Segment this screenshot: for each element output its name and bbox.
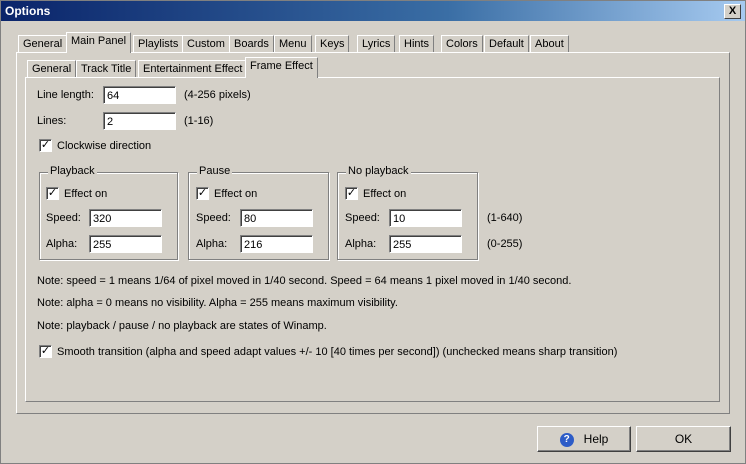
- no-playback-alpha-input[interactable]: 255: [389, 235, 462, 253]
- playback-alpha-label: Alpha:: [46, 238, 78, 250]
- pause-group: Pause ✓ Effect on Speed: 80 Alpha: 216: [188, 165, 329, 260]
- no-playback-effect-label: Effect on: [363, 188, 407, 200]
- tab-about[interactable]: About: [530, 35, 569, 53]
- lines-input[interactable]: 2: [103, 112, 176, 130]
- subtab-general[interactable]: General: [27, 60, 77, 78]
- playback-group: Playback ✓ Effect on Speed: 320 Alpha: 2…: [39, 165, 178, 260]
- tab-colors[interactable]: Colors: [441, 35, 483, 53]
- tab-playlists[interactable]: Playlists: [133, 35, 184, 53]
- no-playback-group: No playback ✓ Effect on Speed: 10 Alpha:…: [337, 165, 478, 260]
- smooth-transition-checkbox[interactable]: ✓: [39, 345, 52, 358]
- subtab-track-title[interactable]: Track Title: [76, 60, 137, 78]
- note-alpha: Note: alpha = 0 means no visibility. Alp…: [37, 297, 398, 309]
- tab-general[interactable]: General: [18, 35, 68, 53]
- line-length-input[interactable]: 64: [103, 86, 176, 104]
- playback-effect-checkbox[interactable]: ✓: [46, 187, 59, 200]
- tab-keys[interactable]: Keys: [315, 35, 350, 53]
- alpha-range-hint: (0-255): [487, 238, 523, 250]
- help-button[interactable]: ? Help: [537, 426, 631, 452]
- help-button-label: Help: [583, 432, 609, 446]
- tab-main-panel[interactable]: Main Panel: [66, 32, 132, 53]
- lines-label: Lines:: [37, 115, 67, 127]
- smooth-transition-label: Smooth transition (alpha and speed adapt…: [57, 346, 618, 358]
- help-icon: ?: [559, 432, 574, 447]
- pause-effect-label: Effect on: [214, 188, 258, 200]
- subtab-entertainment-effect[interactable]: Entertainment Effect: [138, 60, 248, 78]
- subtab-frame-effect[interactable]: Frame Effect: [245, 57, 318, 78]
- pause-alpha-label: Alpha:: [196, 238, 228, 250]
- pause-alpha-input[interactable]: 216: [240, 235, 313, 253]
- window-title: Options: [5, 4, 51, 18]
- tab-hints[interactable]: Hints: [399, 35, 435, 53]
- no-playback-speed-label: Speed:: [345, 212, 380, 224]
- tab-menu[interactable]: Menu: [274, 35, 312, 53]
- options-window: Options X General Main Panel Playlists C…: [0, 0, 746, 464]
- no-playback-alpha-label: Alpha:: [345, 238, 377, 250]
- title-bar: Options X: [1, 1, 745, 21]
- tab-boards[interactable]: Boards: [229, 35, 274, 53]
- pause-group-title: Pause: [197, 165, 233, 177]
- no-playback-speed-input[interactable]: 10: [389, 209, 462, 227]
- playback-effect-label: Effect on: [64, 188, 108, 200]
- note-speed: Note: speed = 1 means 1/64 of pixel move…: [37, 275, 572, 287]
- pause-speed-label: Speed:: [196, 212, 231, 224]
- no-playback-group-title: No playback: [346, 165, 411, 177]
- frame-effect-panel: Line length: 64 (4-256 pixels) Lines: 2 …: [25, 77, 720, 402]
- no-playback-effect-checkbox[interactable]: ✓: [345, 187, 358, 200]
- playback-group-title: Playback: [48, 165, 97, 177]
- playback-alpha-input[interactable]: 255: [89, 235, 162, 253]
- close-button[interactable]: X: [724, 4, 741, 19]
- playback-speed-label: Speed:: [46, 212, 81, 224]
- pause-effect-checkbox[interactable]: ✓: [196, 187, 209, 200]
- playback-speed-input[interactable]: 320: [89, 209, 162, 227]
- ok-button[interactable]: OK: [636, 426, 731, 452]
- note-states: Note: playback / pause / no playback are…: [37, 320, 327, 332]
- pause-speed-input[interactable]: 80: [240, 209, 313, 227]
- tab-default[interactable]: Default: [484, 35, 529, 53]
- line-length-hint: (4-256 pixels): [184, 89, 251, 101]
- speed-range-hint: (1-640): [487, 212, 523, 224]
- line-length-label: Line length:: [37, 89, 94, 101]
- main-panel: General Track Title Entertainment Effect…: [16, 52, 730, 414]
- clockwise-checkbox[interactable]: ✓: [39, 139, 52, 152]
- lines-hint: (1-16): [184, 115, 214, 127]
- clockwise-label: Clockwise direction: [57, 140, 152, 152]
- tab-lyrics[interactable]: Lyrics: [357, 35, 396, 53]
- tab-custom[interactable]: Custom: [182, 35, 230, 53]
